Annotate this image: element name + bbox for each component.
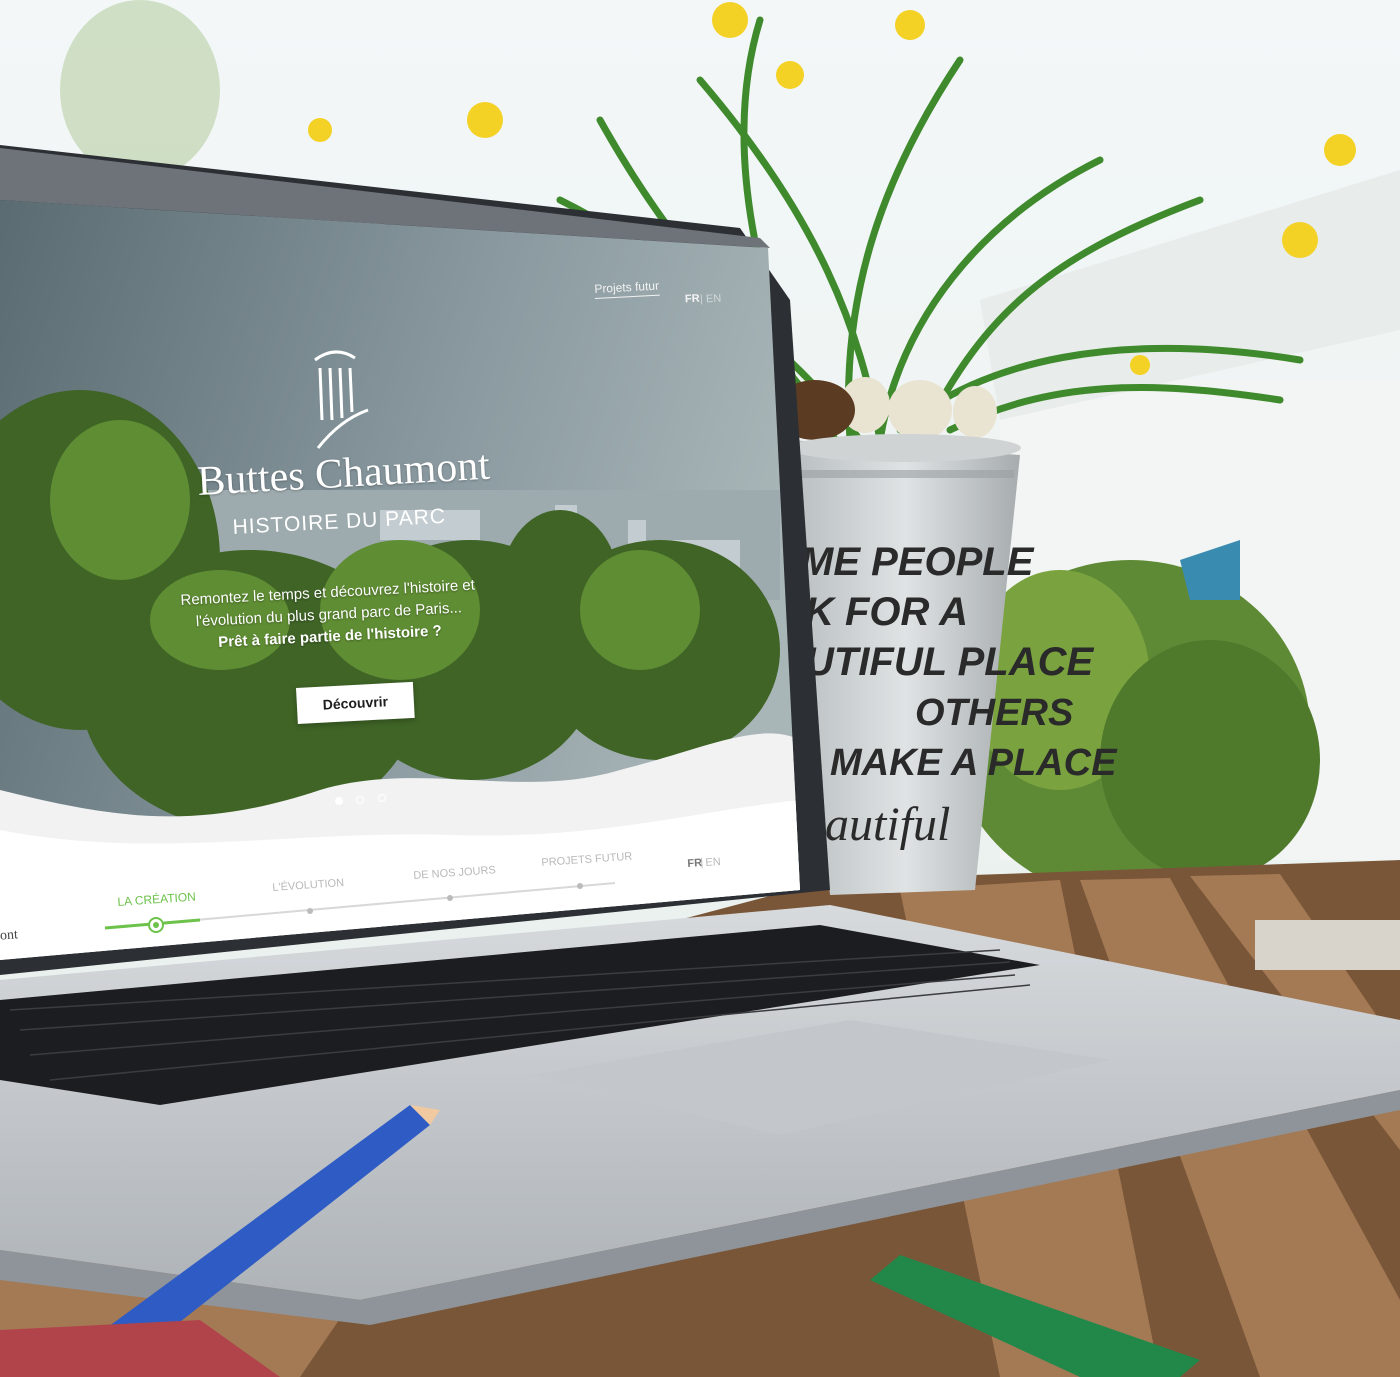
- timeline-item-evolution[interactable]: L'ÉVOLUTION: [272, 877, 344, 894]
- lang-en[interactable]: EN: [706, 293, 722, 306]
- timeline-lang-en[interactable]: EN: [705, 856, 721, 869]
- site-title: Buttes Chaumont: [196, 442, 492, 505]
- timeline-item-projets-futur[interactable]: PROJETS FUTUR: [541, 851, 633, 869]
- timeline-item-creation[interactable]: LA CRÉATION: [117, 890, 196, 909]
- nav-link-projets-futur[interactable]: Projets futur: [594, 278, 660, 299]
- slide-dot-3[interactable]: [378, 794, 386, 802]
- slide-dot-1[interactable]: [335, 797, 343, 805]
- timeline-lang-separator: |: [700, 856, 704, 869]
- timeline-item-de-nos-jours[interactable]: DE NOS JOURS: [413, 864, 496, 882]
- laptop-screen: Projets futur FR | EN Buttes Chaumont HI…: [0, 0, 1400, 1377]
- intro-text: Remontez le temps et découvrez l'histoir…: [180, 575, 478, 656]
- lang-fr[interactable]: FR: [685, 293, 700, 306]
- site-subtitle: HISTOIRE DU PARC: [232, 504, 447, 539]
- footer-brand-fragment: ont: [0, 927, 19, 944]
- slide-dot-2[interactable]: [356, 796, 364, 804]
- discover-button[interactable]: Découvrir: [296, 681, 415, 724]
- lang-separator: |: [699, 292, 704, 306]
